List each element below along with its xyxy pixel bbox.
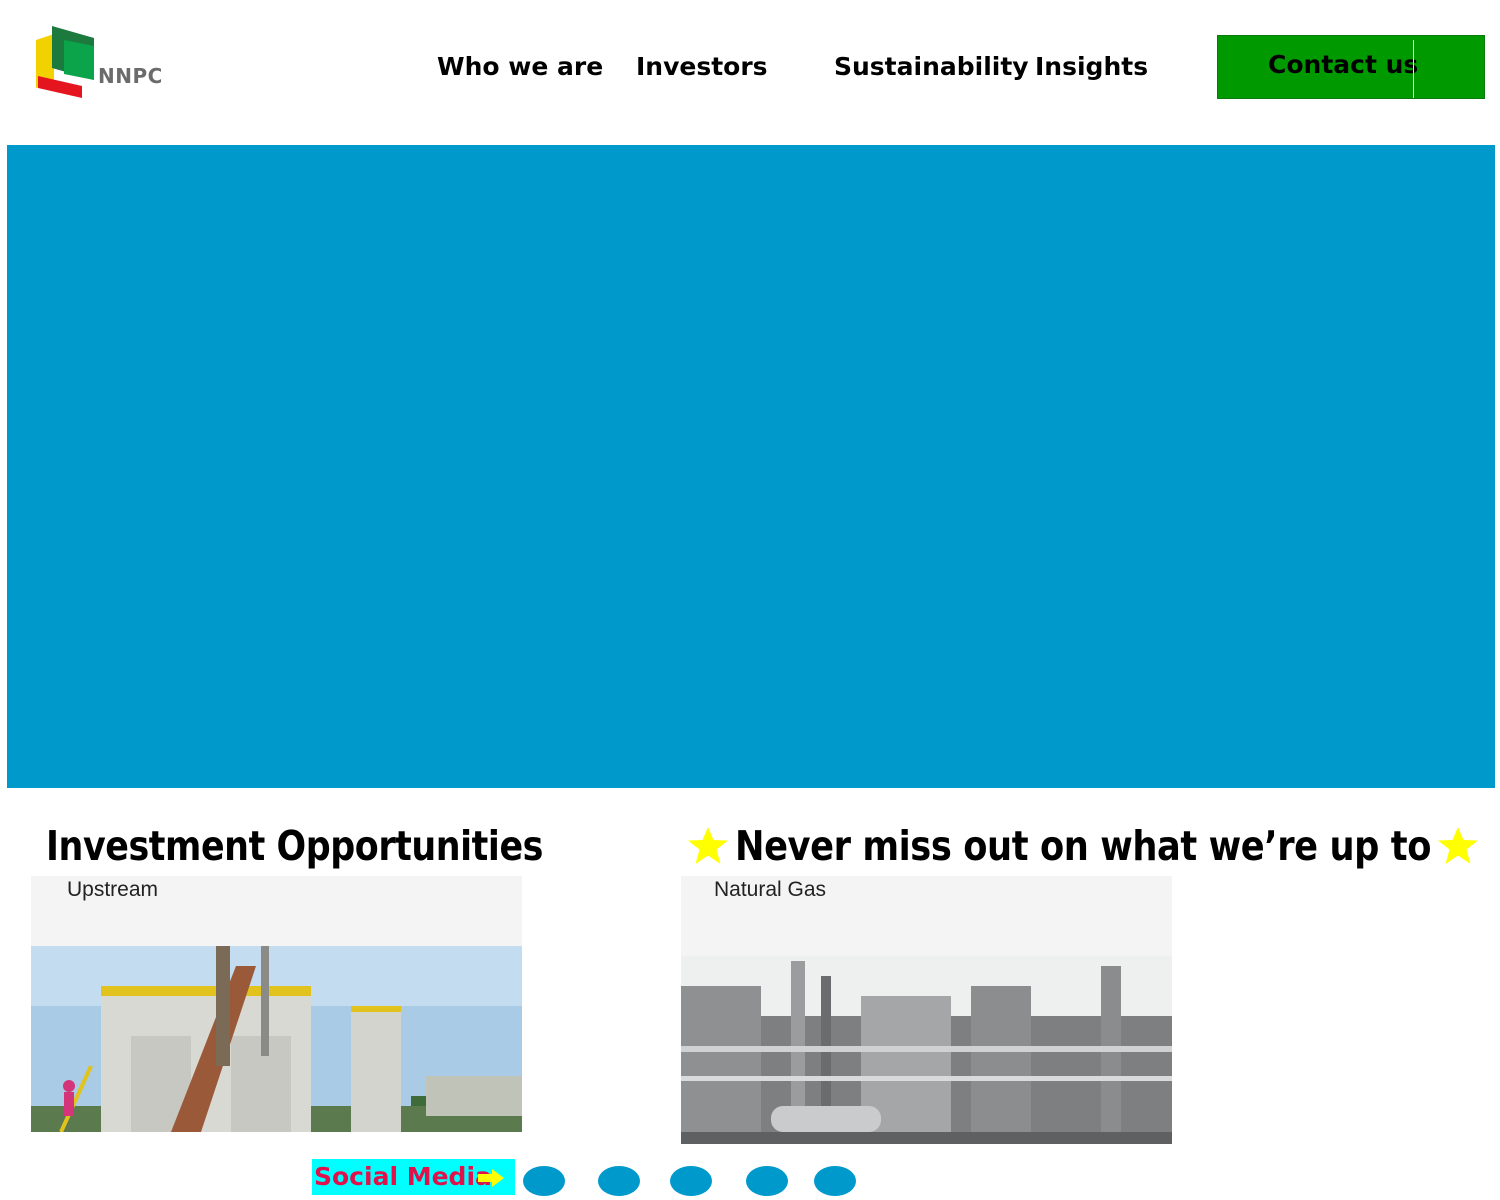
nav-sustainability[interactable]: Sustainability bbox=[834, 52, 1029, 81]
star-icon bbox=[1438, 827, 1478, 864]
nav-who-we-are[interactable]: Who we are bbox=[437, 52, 603, 81]
hero-banner bbox=[7, 145, 1495, 788]
nav-insights[interactable]: Insights bbox=[1035, 52, 1148, 81]
contact-divider bbox=[1413, 40, 1414, 98]
social-icon-2[interactable] bbox=[598, 1166, 640, 1196]
card-upstream[interactable]: Upstream bbox=[31, 876, 522, 1132]
drilling-rig-photo bbox=[31, 946, 522, 1132]
gas-plant-photo bbox=[681, 956, 1172, 1144]
arrow-right-icon bbox=[478, 1169, 504, 1187]
social-media-badge: Social Media bbox=[312, 1159, 515, 1195]
card-natural-gas[interactable]: Natural Gas bbox=[681, 876, 1172, 1144]
star-icon bbox=[688, 827, 728, 864]
social-icon-5[interactable] bbox=[814, 1166, 856, 1196]
nnpc-logo-icon[interactable] bbox=[36, 24, 166, 100]
social-icon-1[interactable] bbox=[523, 1166, 565, 1196]
social-icon-3[interactable] bbox=[670, 1166, 712, 1196]
card-label: Upstream bbox=[67, 878, 159, 901]
logo-text: NNPC bbox=[98, 64, 163, 88]
contact-us-label: Contact us bbox=[1268, 50, 1419, 79]
investment-opportunities-heading: Investment Opportunities bbox=[46, 822, 543, 870]
contact-us-button[interactable]: Contact us bbox=[1217, 35, 1485, 99]
nav-investors[interactable]: Investors bbox=[636, 52, 768, 81]
social-icon-4[interactable] bbox=[746, 1166, 788, 1196]
social-media-label: Social Media bbox=[314, 1162, 492, 1191]
news-heading: Never miss out on what we’re up to bbox=[735, 822, 1431, 870]
card-label: Natural Gas bbox=[714, 878, 827, 901]
